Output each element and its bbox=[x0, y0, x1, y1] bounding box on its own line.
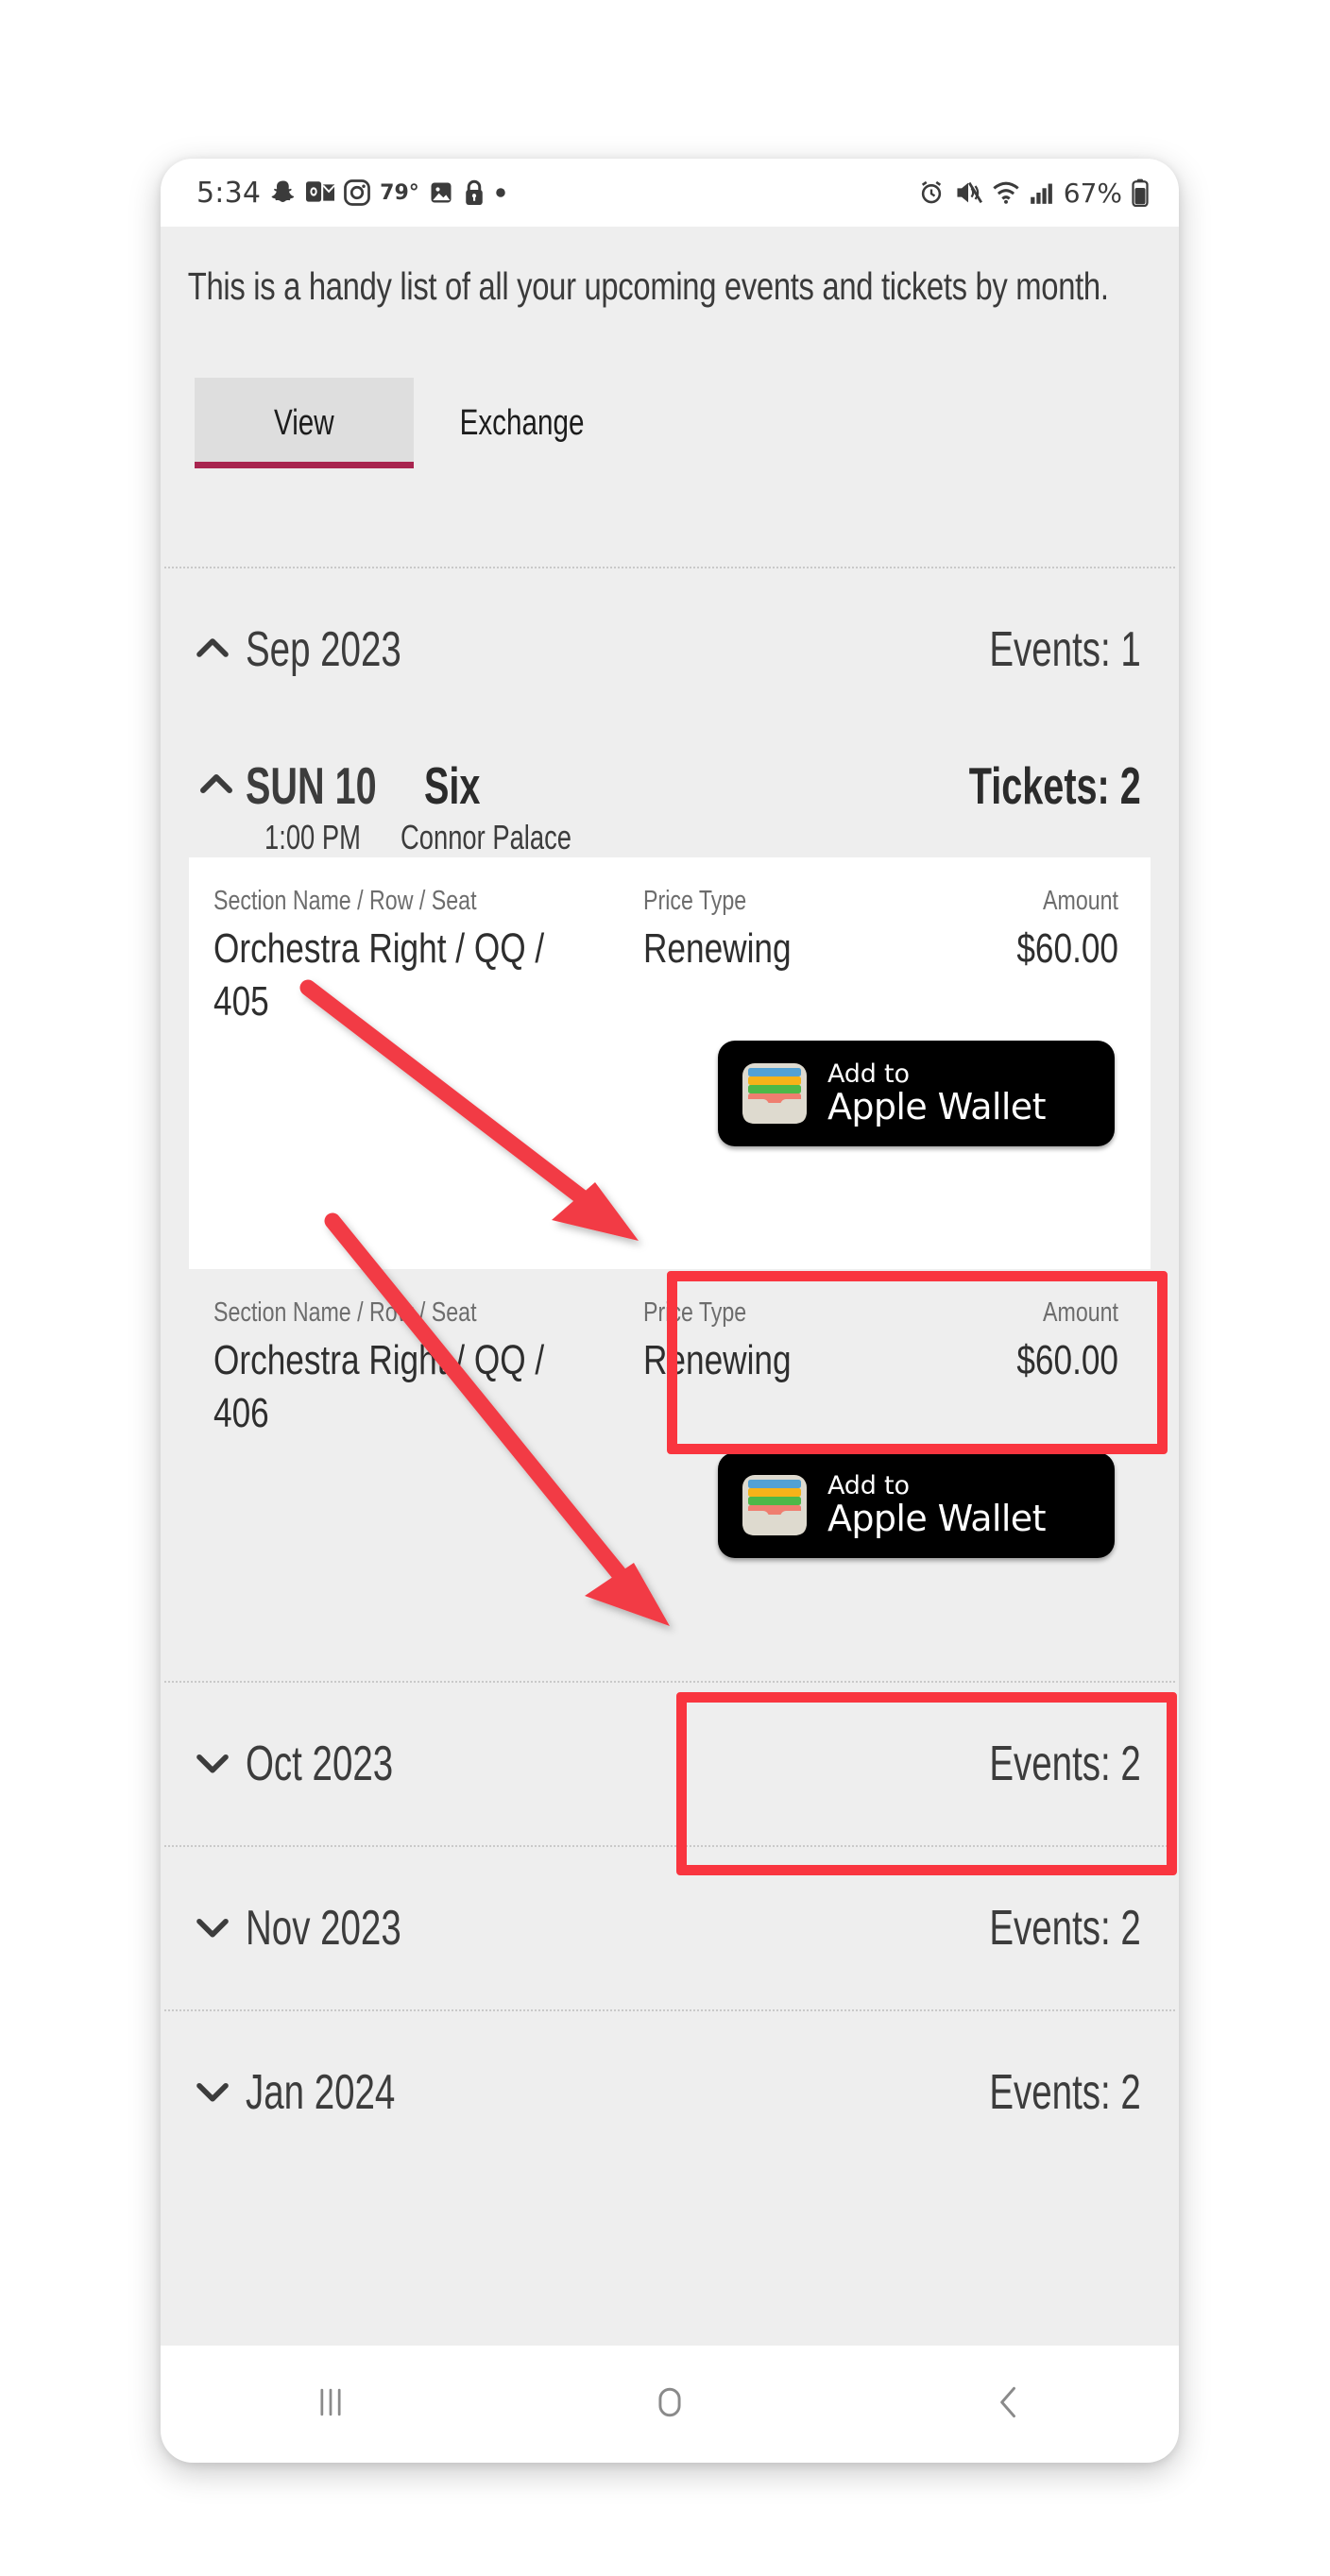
screenshot-canvas: 5:34 79° 67% This is a handy list of all… bbox=[0, 0, 1330, 2576]
month-event-count: Events: 2 bbox=[989, 2065, 1141, 2121]
event-header-left: SUN 10 Six bbox=[196, 755, 502, 816]
chevron-down-icon bbox=[193, 1742, 232, 1787]
event-header[interactable]: SUN 10 Six Tickets: 2 1:00 PM Connor Pal… bbox=[161, 731, 1179, 857]
wallet-button-line2: Apple Wallet bbox=[827, 1497, 1046, 1539]
tab-view-label: View bbox=[274, 402, 334, 443]
ticket-price-type-label: Price Type bbox=[643, 1297, 747, 1329]
tab-bar: View Exchange bbox=[161, 378, 1179, 469]
home-icon bbox=[649, 2381, 691, 2428]
cellular-signal-icon bbox=[1030, 180, 1054, 205]
ticket-price-type-value: Renewing bbox=[643, 1337, 792, 1384]
month-name: Sep 2023 bbox=[246, 622, 401, 678]
ticket-section-label: Section Name / Row / Seat bbox=[213, 1297, 477, 1329]
ticket-row: Section Name / Row / Seat Orchestra Righ… bbox=[189, 1269, 1151, 1682]
month-name: Nov 2023 bbox=[246, 1901, 401, 1957]
event-ticket-count: Tickets: 2 bbox=[969, 756, 1141, 816]
status-bar-right: 67% bbox=[918, 178, 1149, 209]
wallet-button-line1: Add to bbox=[827, 1059, 910, 1090]
add-to-apple-wallet-button[interactable]: Add to Apple Wallet bbox=[718, 1041, 1115, 1147]
ticket-columns: Section Name / Row / Seat Orchestra Righ… bbox=[213, 1297, 1118, 1439]
month-name: Oct 2023 bbox=[246, 1737, 394, 1792]
ticket-section-value: Orchestra Right / QQ / 405 bbox=[213, 925, 545, 1025]
home-button[interactable] bbox=[599, 2359, 741, 2449]
android-nav-bar bbox=[161, 2346, 1179, 2463]
ticket-price-type-label: Price Type bbox=[643, 886, 747, 917]
event-time: 1:00 PM bbox=[264, 818, 361, 857]
ticket-price-type-column: Price Type Renewing bbox=[643, 1297, 898, 1386]
tab-bottom-spacer bbox=[161, 468, 1179, 567]
ticket-section-value: Orchestra Right / QQ / 406 bbox=[213, 1337, 545, 1436]
back-icon bbox=[988, 2381, 1030, 2428]
month-header-jan-2024[interactable]: Jan 2024 Events: 2 bbox=[161, 2011, 1179, 2174]
back-button[interactable] bbox=[938, 2359, 1080, 2449]
recents-button[interactable] bbox=[260, 2359, 401, 2449]
tab-view[interactable]: View bbox=[195, 378, 414, 469]
tab-exchange-label: Exchange bbox=[460, 402, 585, 443]
chevron-up-icon[interactable] bbox=[196, 764, 236, 808]
status-temperature: 79° bbox=[380, 180, 419, 205]
tab-exchange[interactable]: Exchange bbox=[414, 378, 631, 468]
wallet-button-line1: Add to bbox=[827, 1471, 910, 1501]
vibrate-mute-icon bbox=[954, 179, 982, 206]
ticket-amount-value: $60.00 bbox=[1016, 925, 1118, 973]
ticket-amount-label: Amount bbox=[1043, 886, 1118, 917]
alarm-icon bbox=[918, 179, 945, 206]
app-content: This is a handy list of all your upcomin… bbox=[161, 227, 1179, 2346]
ticket-section-column: Section Name / Row / Seat Orchestra Righ… bbox=[213, 886, 643, 1027]
month-name: Jan 2024 bbox=[246, 2065, 396, 2121]
apple-wallet-icon bbox=[741, 1061, 809, 1126]
chevron-down-icon bbox=[193, 2071, 232, 2115]
outlook-icon bbox=[306, 179, 335, 206]
status-time: 5:34 bbox=[196, 176, 262, 210]
wallet-button-line2: Apple Wallet bbox=[827, 1085, 1046, 1127]
photos-icon bbox=[428, 179, 454, 206]
event-venue: Connor Palace bbox=[401, 818, 572, 857]
ticket-section-column: Section Name / Row / Seat Orchestra Righ… bbox=[213, 1297, 643, 1439]
ticket-amount-label: Amount bbox=[1043, 1297, 1118, 1329]
month-header-left: Oct 2023 bbox=[193, 1736, 445, 1792]
chevron-down-icon bbox=[193, 1907, 232, 1951]
wallet-button-text: Add to Apple Wallet bbox=[827, 1061, 1046, 1125]
wallet-button-text: Add to Apple Wallet bbox=[827, 1473, 1046, 1536]
ticket-section-label: Section Name / Row / Seat bbox=[213, 886, 477, 917]
month-header-sep-2023[interactable]: Sep 2023 Events: 1 bbox=[161, 568, 1179, 731]
add-to-apple-wallet-button[interactable]: Add to Apple Wallet bbox=[718, 1452, 1115, 1559]
phone-frame: 5:34 79° 67% This is a handy list of all… bbox=[161, 159, 1179, 2463]
ticket-columns: Section Name / Row / Seat Orchestra Righ… bbox=[213, 886, 1118, 1027]
ticket-row: Section Name / Row / Seat Orchestra Righ… bbox=[189, 857, 1151, 1270]
month-event-count: Events: 1 bbox=[989, 622, 1141, 678]
intro-text: This is a handy list of all your upcomin… bbox=[187, 264, 1109, 308]
dot-indicator bbox=[494, 186, 507, 199]
wifi-icon bbox=[992, 180, 1020, 205]
wallet-button-wrap: Add to Apple Wallet bbox=[213, 1041, 1118, 1147]
event-date: SUN 10 bbox=[246, 756, 377, 816]
month-header-oct-2023[interactable]: Oct 2023 Events: 2 bbox=[161, 1683, 1179, 1845]
lock-icon bbox=[463, 178, 486, 207]
instagram-icon bbox=[343, 178, 371, 207]
battery-percent: 67% bbox=[1063, 177, 1122, 209]
recents-icon bbox=[310, 2381, 351, 2428]
status-bar-left: 5:34 79° bbox=[196, 177, 918, 210]
ticket-price-type-column: Price Type Renewing bbox=[643, 886, 898, 974]
month-header-nov-2023[interactable]: Nov 2023 Events: 2 bbox=[161, 1847, 1179, 2009]
battery-icon bbox=[1132, 178, 1149, 208]
event-subline: 1:00 PM Connor Palace bbox=[196, 818, 1141, 857]
month-header-left: Sep 2023 bbox=[193, 621, 456, 678]
event-title: Six bbox=[423, 756, 481, 816]
event-header-top: SUN 10 Six Tickets: 2 bbox=[196, 755, 1141, 816]
ticket-amount-value: $60.00 bbox=[1016, 1337, 1118, 1384]
month-header-left: Nov 2023 bbox=[193, 1900, 456, 1957]
status-bar: 5:34 79° 67% bbox=[161, 159, 1179, 227]
chevron-up-icon bbox=[193, 628, 232, 672]
ticket-amount-column: Amount $60.00 bbox=[898, 1297, 1118, 1386]
apple-wallet-icon bbox=[741, 1473, 809, 1537]
ticket-price-type-value: Renewing bbox=[643, 925, 792, 973]
month-event-count: Events: 2 bbox=[989, 1737, 1141, 1792]
snapchat-icon bbox=[269, 178, 298, 207]
month-header-left: Jan 2024 bbox=[193, 2064, 448, 2121]
month-event-count: Events: 2 bbox=[989, 1901, 1141, 1957]
ticket-amount-column: Amount $60.00 bbox=[898, 886, 1118, 974]
wallet-button-wrap: Add to Apple Wallet bbox=[213, 1452, 1118, 1559]
